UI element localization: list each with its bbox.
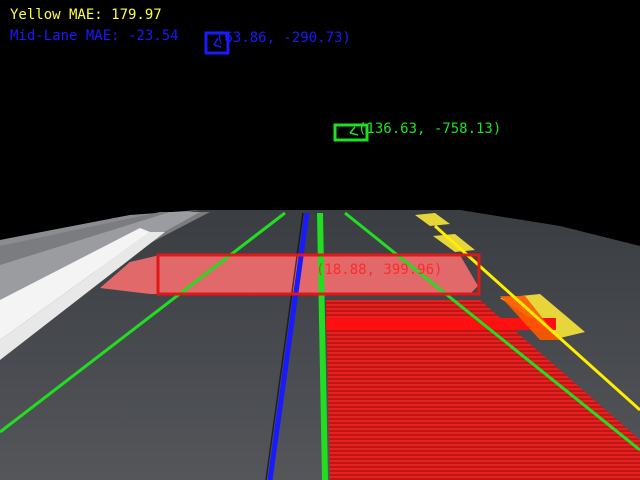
right-lane-bar (326, 318, 556, 330)
camera-view: Yellow MAE: 179.97 Mid-Lane MAE: -23.54 … (0, 0, 640, 480)
green-point-coordinate: (136.63, -758.13) (358, 121, 502, 137)
red-point-coordinate: (18.88, 399.96) (316, 262, 443, 278)
road-scene (0, 0, 640, 480)
blue-point-coordinate: (63.86, -290.73) (216, 30, 351, 46)
yellow-mae-label: Yellow MAE: 179.97 (10, 7, 162, 23)
midlane-mae-label: Mid-Lane MAE: -23.54 (10, 28, 179, 44)
